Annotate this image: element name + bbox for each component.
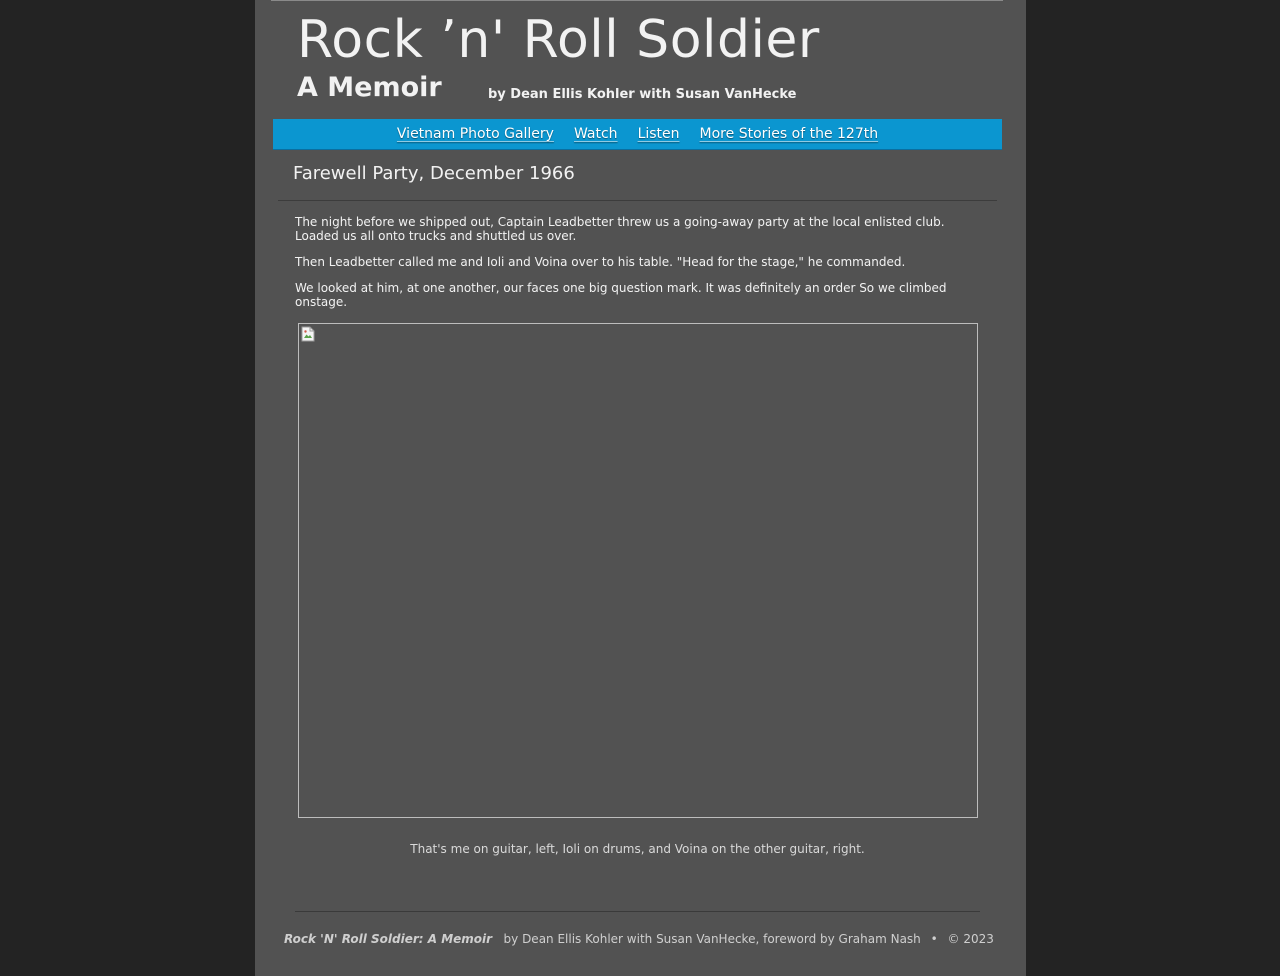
- photo-caption: That's me on guitar, left, Ioli on drums…: [410, 842, 865, 856]
- site-title[interactable]: Rock ’n' Roll Soldier: [297, 10, 820, 70]
- story-text: The night before we shipped out, Captain…: [295, 215, 967, 321]
- page-container: Rock ’n' Roll Soldier A Memoir by Dean E…: [255, 0, 1026, 976]
- page-title: Farewell Party, December 1966: [293, 163, 575, 184]
- paragraph: Then Leadbetter called me and Ioli and V…: [295, 255, 906, 269]
- site-subtitle: A Memoir: [297, 72, 442, 103]
- main-nav: Vietnam Photo Gallery Watch Listen More …: [273, 119, 1002, 150]
- footer: Rock 'N' Roll Soldier: A Memoir by Dean …: [284, 932, 994, 946]
- nav-watch[interactable]: Watch: [574, 126, 618, 142]
- band-photo[interactable]: [298, 323, 978, 818]
- nav-vietnam-photo-gallery[interactable]: Vietnam Photo Gallery: [397, 126, 554, 142]
- footer-copyright: © 2023: [947, 932, 994, 946]
- site-byline: by Dean Ellis Kohler with Susan VanHecke: [488, 87, 797, 102]
- footer-book-link[interactable]: Rock 'N' Roll Soldier: A Memoir: [284, 932, 492, 946]
- broken-image-icon: [301, 326, 315, 342]
- footer-divider: [295, 911, 980, 912]
- nav-listen[interactable]: Listen: [638, 126, 680, 142]
- paragraph: The night before we shipped out, Captain…: [295, 215, 945, 243]
- paragraph: We looked at him, at one another, our fa…: [295, 281, 947, 309]
- heading-divider: [278, 200, 997, 201]
- nav-more-stories[interactable]: More Stories of the 127th: [700, 126, 879, 142]
- footer-credits: by Dean Ellis Kohler with Susan VanHecke…: [503, 932, 921, 946]
- top-divider: [271, 0, 1003, 1]
- footer-separator: •: [930, 932, 938, 946]
